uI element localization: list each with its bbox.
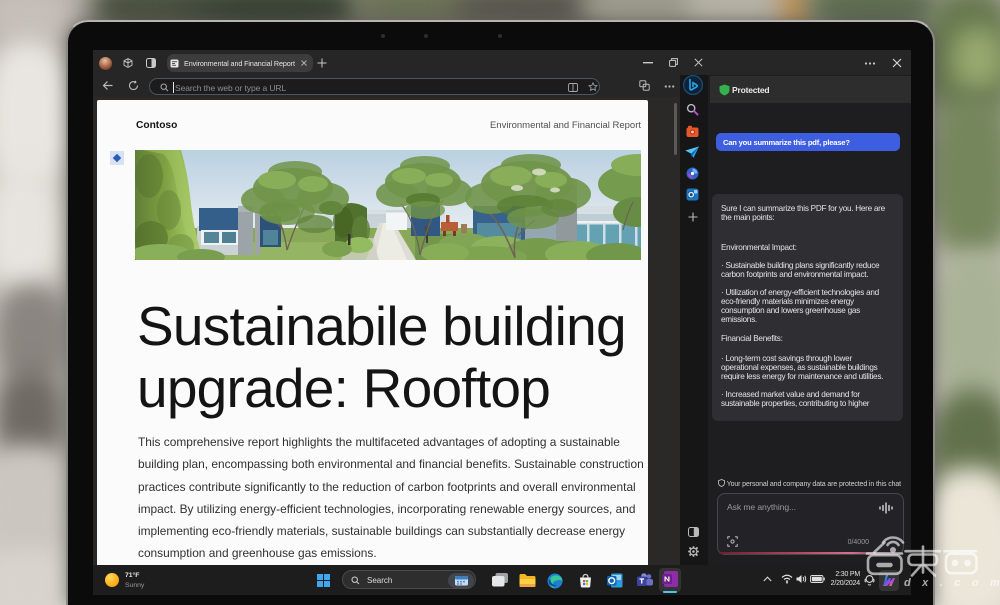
- svg-text:d x . c o m: d x . c o m: [904, 577, 1000, 589]
